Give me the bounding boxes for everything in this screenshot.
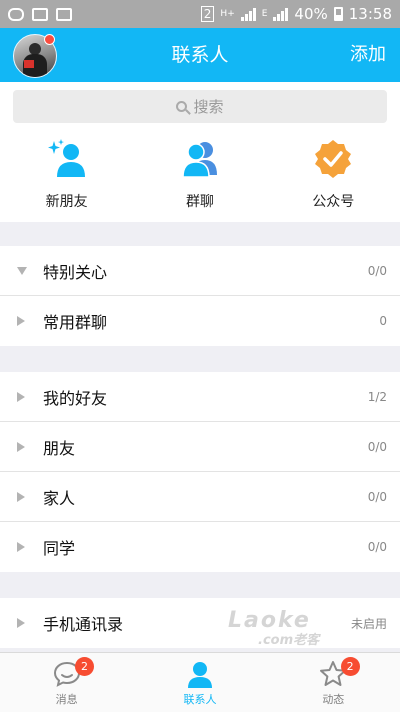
search-icon [176,101,188,112]
tab-label: 动态 [322,693,345,706]
group-row-count: 0/0 [367,439,387,454]
battery-percent: 40% [294,5,328,23]
group-row-count: 1/2 [367,389,387,404]
chevron-right-icon [17,491,25,502]
sim-slot: 2 [200,6,215,22]
tab-label: 联系人 [183,693,217,706]
feeds-badge: 2 [340,657,360,676]
search-input[interactable]: 搜索 [13,90,387,123]
group-chat-label: 群聊 [185,194,214,210]
new-friend-label: 新朋友 [45,194,88,210]
group-chat-icon [182,142,217,178]
shortcut-bar: 新朋友 群聊 公众号 [0,137,400,217]
chevron-right-icon [17,542,25,552]
official-account-icon [315,140,352,178]
bottom-tab-bar: 2 消息 联系人 2 动态 [0,652,400,712]
contact-group-section-1: 特别关心 0/0 常用群聊 0 [0,246,400,346]
group-row-count: 未启用 [350,616,387,631]
group-row-count: 0 [379,314,387,328]
wechat-icon [8,7,24,21]
tab-feeds[interactable]: 2 动态 [267,653,400,712]
status-bar: 2 H+ E 40% 13:58 [0,0,400,28]
group-row-label: 同学 [43,539,76,558]
chevron-right-icon [17,391,25,402]
group-row-label: 家人 [43,488,76,508]
group-row-family[interactable]: 家人 0/0 [0,472,400,522]
search-placeholder: 搜索 [193,98,224,116]
watermark-bottom: .com老客 [258,633,320,648]
group-row-label: 我的好友 [43,388,108,408]
header-bar: 联系人 添加 [0,28,400,82]
battery-icon [333,7,343,21]
group-row-count: 0/0 [367,489,387,504]
tab-label: 消息 [55,693,78,706]
group-row-count: 0/0 [367,263,387,278]
image-icon [32,7,48,21]
group-chat-button[interactable]: 群聊 [133,137,266,217]
chevron-down-icon [17,266,27,275]
new-friend-button[interactable]: 新朋友 [0,137,133,217]
clipboard-icon [56,7,72,21]
group-row-label: 手机通讯录 [43,615,124,634]
contact-group-section-2: 我的好友 1/2 朋友 0/0 家人 0/0 同学 0/0 [0,372,400,572]
network-type-1: H+ [220,8,235,19]
watermark: Laoke .com老客 [228,608,319,648]
group-row-classmates[interactable]: 同学 0/0 [0,522,400,572]
tab-messages[interactable]: 2 消息 [0,653,133,712]
group-row-count: 0/0 [367,540,387,554]
group-row-label: 特别关心 [43,262,108,282]
contacts-icon [187,662,212,688]
add-button[interactable]: 添加 [350,28,386,82]
page-title: 联系人 [171,44,229,66]
chevron-right-icon [17,618,25,628]
group-row-phone-contacts[interactable]: 手机通讯录 未启用 [0,598,400,648]
signal-icon-2 [273,7,289,21]
group-row-my-friends[interactable]: 我的好友 1/2 [0,372,400,422]
group-row-label: 朋友 [43,438,76,458]
new-friend-icon [47,139,85,177]
messages-badge: 2 [75,657,94,676]
search-section: 搜索 新朋友 群聊 公众号 [0,82,400,222]
group-row-label: 常用群聊 [43,313,108,332]
network-type-2: E [261,8,268,19]
official-account-label: 公众号 [312,194,355,210]
group-row-frequent-groups[interactable]: 常用群聊 0 [0,296,400,346]
tab-contacts[interactable]: 联系人 [133,653,266,712]
contact-group-section-3: 手机通讯录 未启用 [0,598,400,648]
clock: 13:58 [348,5,392,23]
signal-icon [240,7,256,21]
group-row-special-care[interactable]: 特别关心 0/0 [0,246,400,296]
group-row-friends[interactable]: 朋友 0/0 [0,422,400,472]
chevron-right-icon [17,316,25,326]
chevron-right-icon [17,441,25,452]
official-account-button[interactable]: 公众号 [267,137,400,217]
